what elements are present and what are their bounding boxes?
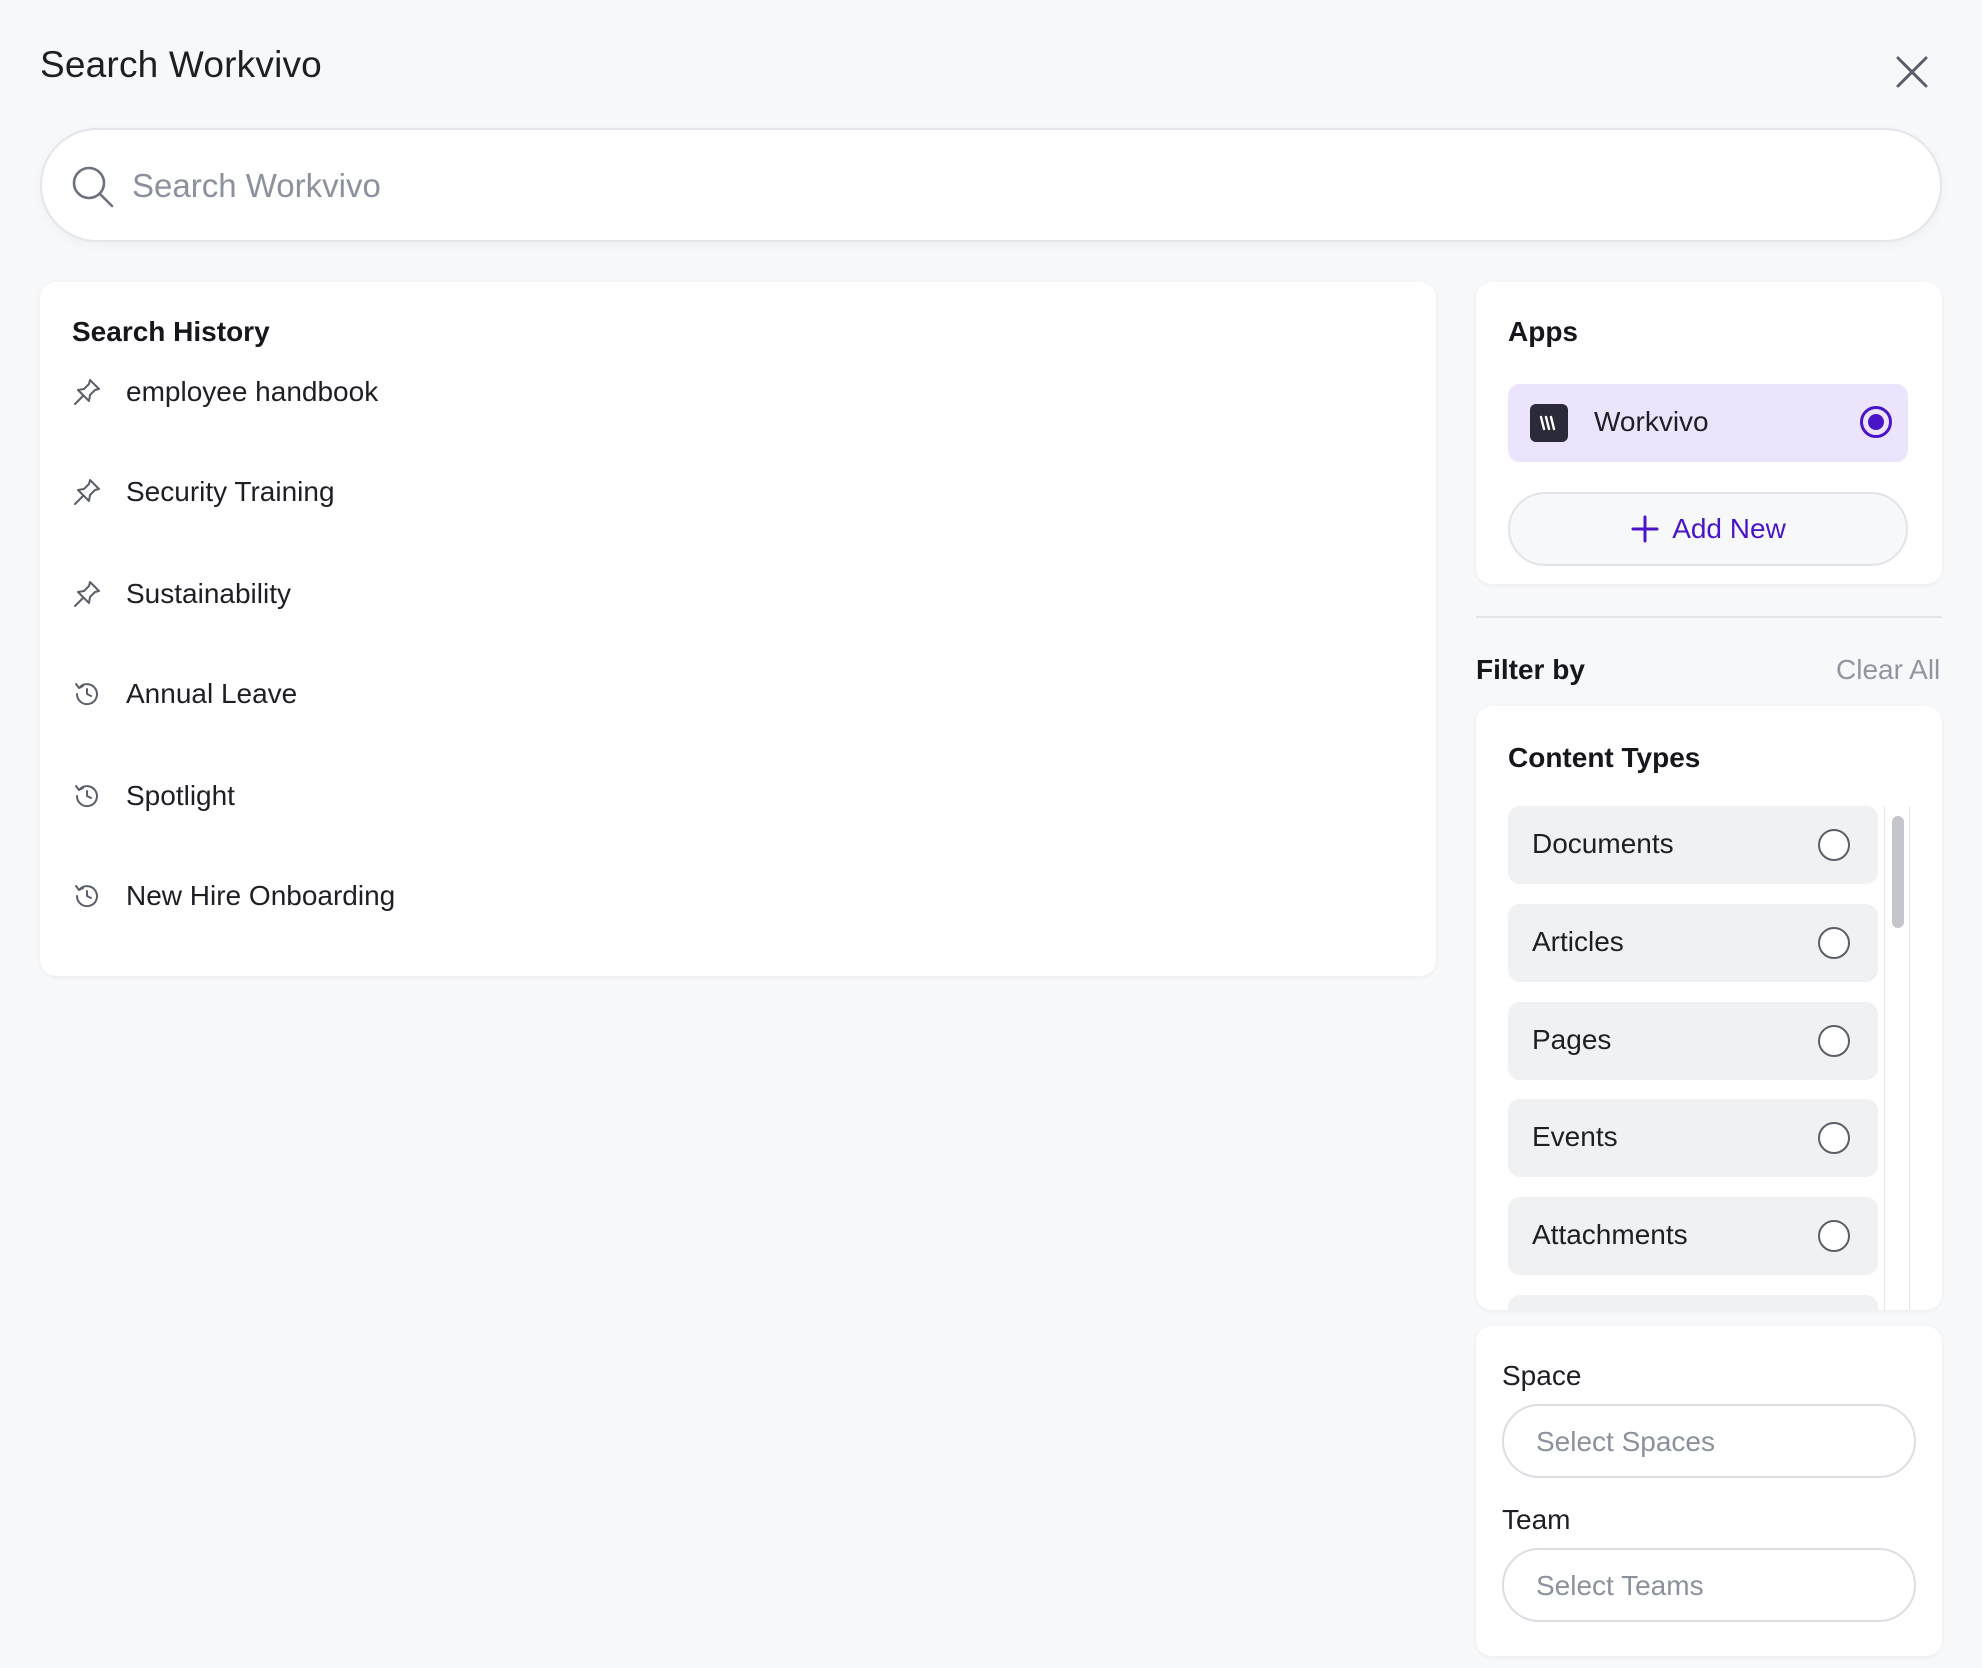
apps-panel: Apps Workvivo Add New [1476, 282, 1942, 584]
content-types-list: Documents Articles Pages Events Attachme… [1508, 806, 1882, 1310]
close-button[interactable] [1886, 46, 1938, 98]
history-item-label: New Hire Onboarding [126, 880, 396, 911]
history-item[interactable]: Annual Leave [72, 664, 1372, 724]
add-new-app-button[interactable]: Add New [1508, 492, 1908, 566]
pin-icon [74, 581, 100, 607]
content-type-radio[interactable] [1818, 927, 1850, 959]
history-item-label: Annual Leave [126, 678, 298, 709]
content-type-option[interactable]: Documents [1508, 806, 1878, 884]
apps-heading: Apps [1508, 316, 1578, 347]
content-type-option[interactable]: Attachments [1508, 1197, 1878, 1275]
history-item[interactable]: employee handbook [72, 362, 1372, 422]
content-type-label: Pages [1532, 1024, 1612, 1055]
space-label: Space [1502, 1360, 1582, 1391]
search-history-heading: Search History [72, 316, 270, 347]
history-item-label: Spotlight [126, 780, 235, 811]
search-history-panel: Search History employee handbook Securit… [40, 282, 1436, 976]
content-type-option[interactable]: Events [1508, 1099, 1878, 1177]
content-type-radio[interactable] [1818, 1220, 1850, 1252]
history-item[interactable]: Sustainability [72, 564, 1372, 624]
history-icon [75, 785, 98, 808]
content-type-label: Documents [1532, 828, 1674, 859]
filter-by-heading: Filter by [1476, 654, 1585, 685]
space-select[interactable]: Select Spaces [1502, 1404, 1916, 1478]
history-icon [75, 683, 98, 706]
content-type-radio[interactable] [1818, 1122, 1850, 1154]
content-types-panel: Content Types Documents Articles Pages E… [1476, 706, 1942, 1310]
content-type-label: Attachments [1532, 1219, 1688, 1250]
clear-all-button[interactable]: Clear All [1836, 654, 1940, 686]
search-bar [40, 128, 1942, 242]
content-type-option[interactable]: Pages [1508, 1002, 1878, 1080]
add-new-label: Add New [1672, 513, 1786, 544]
history-item-label: Security Training [126, 476, 335, 507]
team-select[interactable]: Select Teams [1502, 1548, 1916, 1622]
content-type-radio[interactable] [1818, 1025, 1850, 1057]
history-item[interactable]: Security Training [72, 462, 1372, 522]
app-option-workvivo[interactable]: Workvivo [1508, 384, 1908, 462]
space-select-placeholder: Select Spaces [1536, 1426, 1715, 1457]
team-label: Team [1502, 1504, 1571, 1535]
content-type-label: Events [1532, 1121, 1618, 1152]
content-type-option-partial[interactable] [1508, 1295, 1878, 1310]
pin-icon [74, 479, 100, 505]
pin-icon [74, 379, 100, 405]
history-icon [75, 885, 98, 908]
history-item[interactable]: Spotlight [72, 766, 1372, 826]
plus-icon [1631, 515, 1659, 543]
space-team-panel: Space Select Spaces Team Select Teams [1476, 1326, 1942, 1656]
close-icon [1896, 56, 1928, 88]
page-title: Search Workvivo [40, 44, 322, 85]
app-name: Workvivo [1594, 406, 1709, 437]
history-item[interactable]: New Hire Onboarding [72, 866, 1372, 926]
content-types-heading: Content Types [1508, 742, 1701, 773]
history-item-label: Sustainability [126, 578, 291, 609]
team-select-placeholder: Select Teams [1536, 1570, 1704, 1601]
search-modal: Search Workvivo Search History employee … [0, 0, 1982, 1668]
workvivo-logo-icon [1530, 404, 1568, 442]
content-type-label: Articles [1532, 926, 1624, 957]
content-type-option[interactable]: Articles [1508, 904, 1878, 982]
search-input[interactable] [132, 150, 1912, 222]
divider [1476, 616, 1942, 618]
app-radio-selected[interactable] [1860, 406, 1892, 438]
search-icon [72, 166, 114, 208]
content-type-radio[interactable] [1818, 829, 1850, 861]
history-item-label: employee handbook [126, 376, 379, 407]
scrollbar-thumb[interactable] [1892, 816, 1904, 928]
